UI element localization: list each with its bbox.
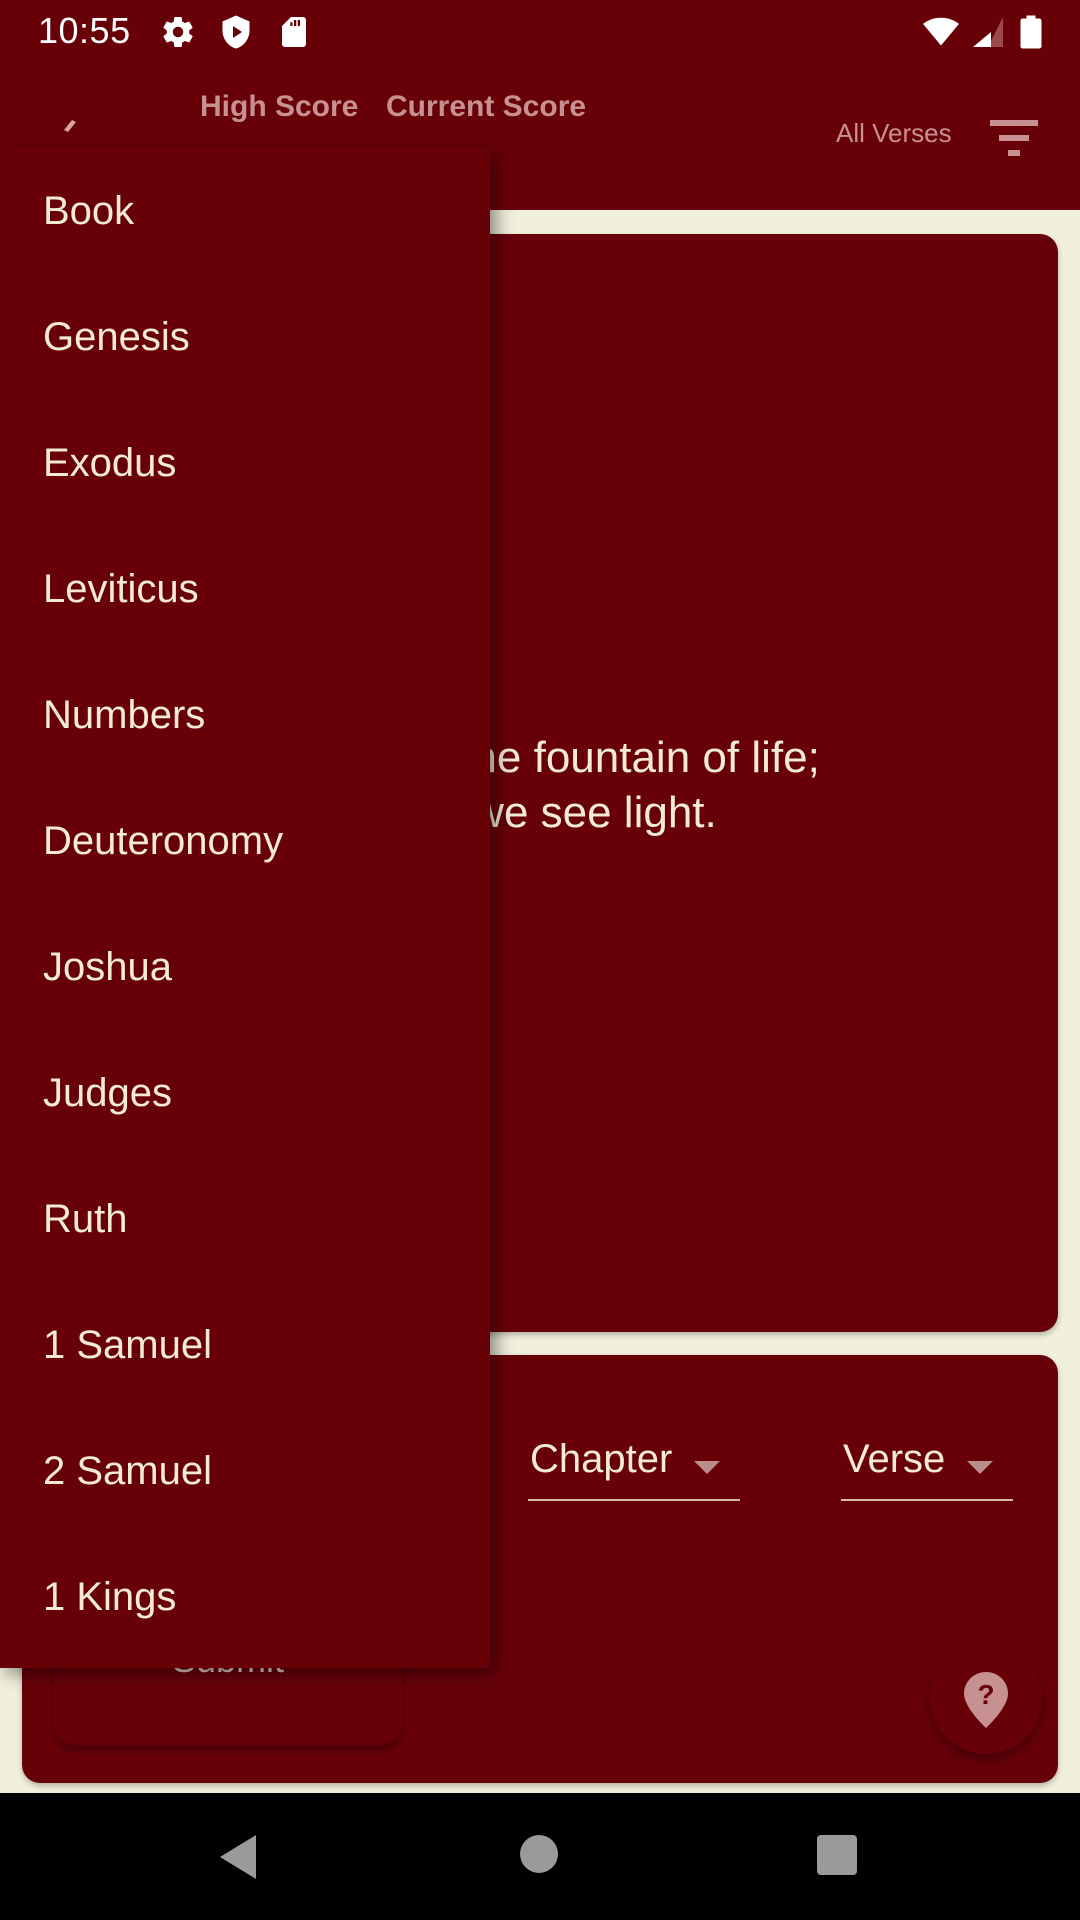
recents-icon[interactable] (817, 1835, 857, 1875)
help-button[interactable]: ? (930, 1642, 1042, 1754)
system-nav-bar (0, 1793, 1080, 1920)
status-bar: 10:55 (0, 0, 1080, 66)
status-time: 10:55 (38, 10, 131, 51)
wifi-icon (923, 17, 959, 46)
svg-text:?: ? (977, 1679, 994, 1710)
cell-signal-icon (973, 17, 1003, 47)
edit-icon[interactable] (60, 116, 80, 132)
verse-select[interactable]: Verse (841, 1433, 1013, 1501)
filter-list-icon[interactable] (990, 118, 1042, 158)
gear-icon (163, 17, 193, 47)
dropdown-item-joshua[interactable]: Joshua (0, 904, 490, 1030)
current-score-label: Current Score (386, 90, 587, 123)
dropdown-item-1-kings[interactable]: 1 Kings (0, 1534, 490, 1660)
shield-play-icon (222, 15, 250, 49)
sd-card-icon (282, 17, 306, 47)
chapter-select[interactable]: Chapter (528, 1433, 740, 1501)
dropdown-item-deuteronomy[interactable]: Deuteronomy (0, 778, 490, 904)
dropdown-item-numbers[interactable]: Numbers (0, 652, 490, 778)
high-score-label: High Score (200, 90, 359, 123)
home-icon[interactable] (520, 1835, 558, 1873)
verse-select-label: Verse (843, 1437, 946, 1481)
dropdown-item-judges[interactable]: Judges (0, 1030, 490, 1156)
dropdown-item-1-samuel[interactable]: 1 Samuel (0, 1282, 490, 1408)
chevron-down-icon (694, 1461, 720, 1474)
dropdown-item-leviticus[interactable]: Leviticus (0, 526, 490, 652)
book-dropdown-menu: Book Genesis Exodus Leviticus Numbers De… (0, 148, 490, 1668)
dropdown-item-ruth[interactable]: Ruth (0, 1156, 490, 1282)
back-icon[interactable] (218, 1835, 258, 1879)
dropdown-item-book[interactable]: Book (0, 148, 490, 274)
help-location-icon: ? (964, 1672, 1008, 1728)
battery-icon (1020, 15, 1042, 49)
chevron-down-icon (967, 1461, 993, 1474)
dropdown-item-2-samuel[interactable]: 2 Samuel (0, 1408, 490, 1534)
verse-filter-label[interactable]: All Verses (836, 118, 952, 149)
dropdown-item-exodus[interactable]: Exodus (0, 400, 490, 526)
chapter-select-label: Chapter (530, 1437, 673, 1481)
dropdown-item-genesis[interactable]: Genesis (0, 274, 490, 400)
